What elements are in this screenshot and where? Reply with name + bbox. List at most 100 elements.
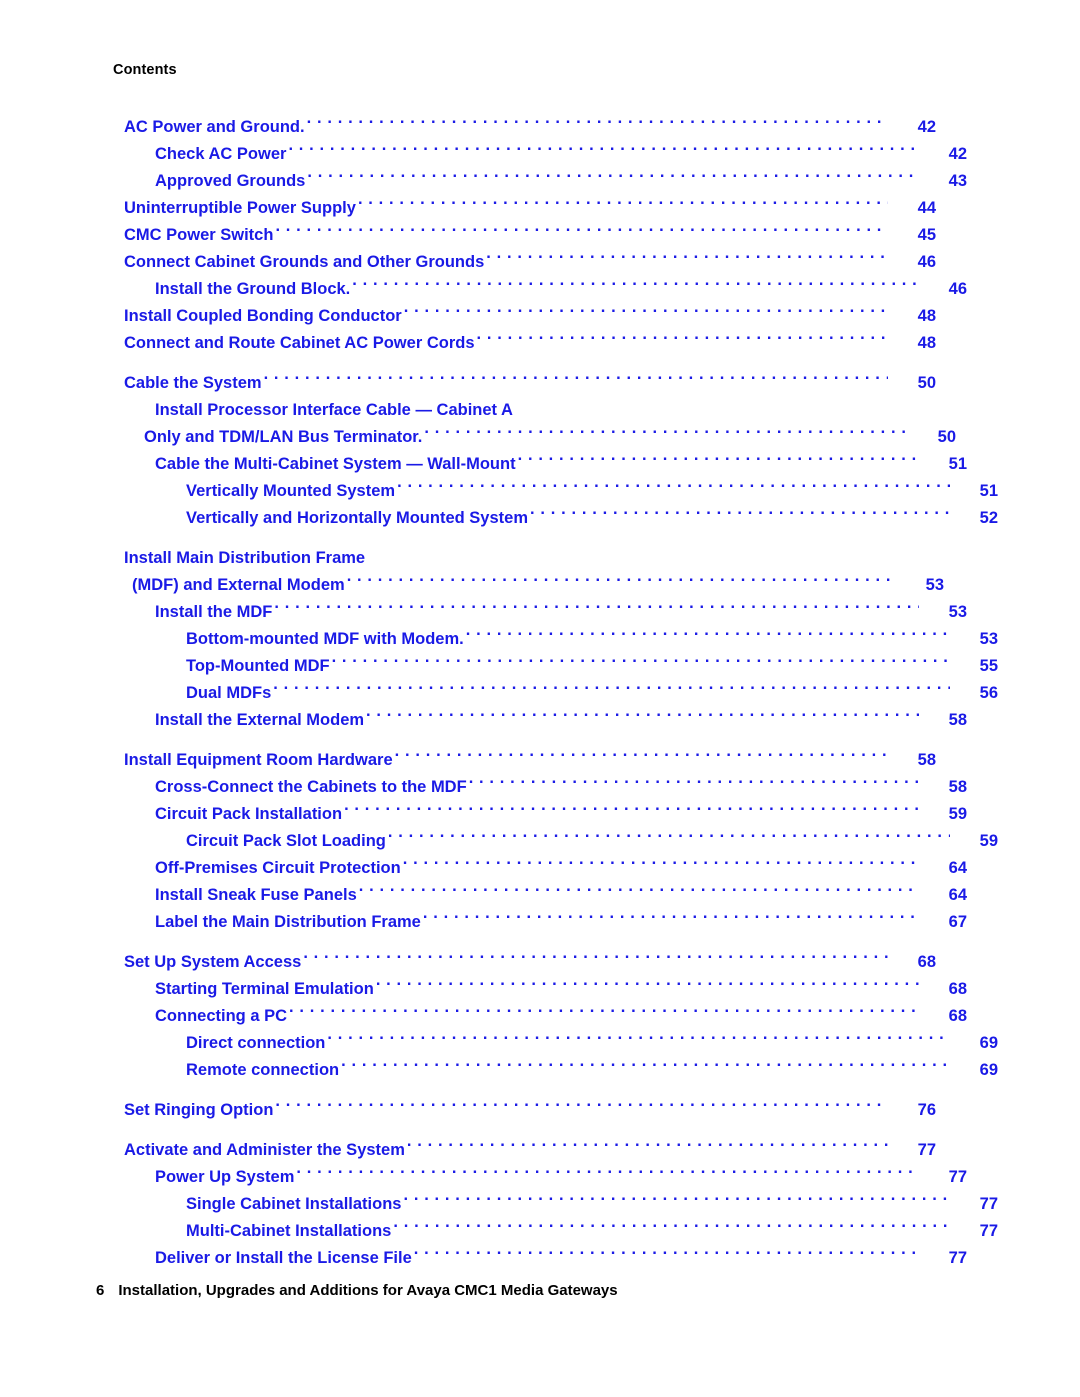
toc-dot-leader — [424, 426, 908, 443]
toc-entry-page-number: 58 — [948, 711, 967, 729]
toc-entry[interactable]: Connecting a PC 68 — [113, 1003, 967, 1030]
toc-entry-label: Install the MDF — [155, 603, 273, 621]
toc-entry-page-number: 51 — [979, 482, 998, 500]
toc-entry-page-number: 50 — [917, 374, 936, 392]
toc-dot-leader — [358, 197, 888, 214]
toc-entry[interactable]: Install the MDF 53 — [113, 599, 967, 626]
toc-entry[interactable]: Top-Mounted MDF 55 — [113, 653, 998, 680]
toc-entry[interactable]: Circuit Pack Slot Loading 59 — [113, 828, 998, 855]
toc-entry-page-number: 56 — [979, 684, 998, 702]
toc-dot-leader — [352, 278, 919, 295]
toc-page: Contents AC Power and Ground.42Check AC … — [0, 0, 1080, 1397]
toc-entry-label: Label the Main Distribution Frame — [155, 913, 421, 931]
toc-entry[interactable]: Vertically and Horizontally Mounted Syst… — [113, 505, 998, 532]
toc-entry[interactable]: Install Sneak Fuse Panels 64 — [113, 882, 967, 909]
toc-entry-page-number: 77 — [979, 1195, 998, 1213]
toc-entry[interactable]: Vertically Mounted System 51 — [113, 478, 998, 505]
toc-entry[interactable]: Deliver or Install the License File 77 — [113, 1245, 967, 1272]
toc-entry-page-number: 68 — [948, 980, 967, 998]
toc-entry[interactable]: Set Up System Access 68 — [113, 949, 936, 976]
toc-entry-label: Cross-Connect the Cabinets to the MDF — [155, 778, 467, 796]
toc-dot-leader — [530, 507, 950, 524]
toc-entry[interactable]: Circuit Pack Installation 59 — [113, 801, 967, 828]
toc-entry-page-number: 77 — [979, 1222, 998, 1240]
toc-entry[interactable]: Bottom-mounted MDF with Modem. 53 — [113, 626, 998, 653]
toc-entry[interactable]: (MDF) and External Modem 53 — [113, 572, 944, 599]
toc-dot-leader — [423, 911, 919, 928]
toc-entry-title-line: Install Processor Interface Cable — Cabi… — [155, 401, 513, 419]
toc-entry-label: Circuit Pack Installation — [155, 805, 343, 823]
toc-entry[interactable]: Install Coupled Bonding Conductor 48 — [113, 303, 936, 330]
toc-entry-title-line: Install Main Distribution Frame — [124, 549, 366, 567]
toc-entry[interactable]: Cross-Connect the Cabinets to the MDF 58 — [113, 774, 967, 801]
toc-dot-leader — [303, 951, 888, 968]
toc-entry-page-number: 46 — [917, 253, 936, 271]
toc-entry[interactable]: Direct connection 69 — [113, 1030, 998, 1057]
toc-entry-label: Single Cabinet Installations — [186, 1195, 402, 1213]
footer-title: Installation, Upgrades and Additions for… — [118, 1282, 618, 1299]
toc-dot-leader — [274, 601, 919, 618]
toc-dot-leader — [518, 453, 919, 470]
toc-entry[interactable]: Install Equipment Room Hardware 58 — [113, 747, 936, 774]
toc-entry[interactable]: Install the External Modem 58 — [113, 707, 967, 734]
toc-dot-leader — [275, 1099, 888, 1116]
toc-entry[interactable]: Starting Terminal Emulation 68 — [113, 976, 967, 1003]
toc-entry-label: Connect Cabinet Grounds and Other Ground… — [124, 253, 485, 271]
toc-entry[interactable]: Single Cabinet Installations 77 — [113, 1191, 998, 1218]
toc-entry-label: Circuit Pack Slot Loading — [186, 832, 386, 850]
toc-entry[interactable]: Check AC Power 42 — [113, 141, 967, 168]
toc-entry-page-number: 52 — [979, 509, 998, 527]
toc-entry-page-number: 76 — [917, 1101, 936, 1119]
toc-entry[interactable]: Uninterruptible Power Supply 44 — [113, 195, 936, 222]
toc-entry-page-number: 59 — [979, 832, 998, 850]
toc-entry[interactable]: Set Ringing Option 76 — [113, 1097, 936, 1124]
toc-entry-page-number: 69 — [979, 1034, 998, 1052]
toc-entry[interactable]: Approved Grounds 43 — [113, 168, 967, 195]
toc-dot-leader — [366, 709, 919, 726]
toc-dot-leader — [477, 332, 889, 349]
toc-entry-page-number: 77 — [917, 1141, 936, 1159]
toc-entry[interactable]: Label the Main Distribution Frame 67 — [113, 909, 967, 936]
toc-entry[interactable]: Dual MDFs 56 — [113, 680, 998, 707]
toc-entry[interactable]: Remote connection 69 — [113, 1057, 998, 1084]
toc-entry[interactable]: Connect Cabinet Grounds and Other Ground… — [113, 249, 936, 276]
toc-entry[interactable]: Off-Premises Circuit Protection 64 — [113, 855, 967, 882]
toc-entry[interactable]: AC Power and Ground. 42 — [113, 114, 936, 141]
toc-entry[interactable]: Cable the System 50 — [113, 370, 936, 397]
toc-entry[interactable]: Install the Ground Block. 46 — [113, 276, 967, 303]
toc-entry-label: Set Ringing Option — [124, 1101, 274, 1119]
toc-entry[interactable]: Cable the Multi-Cabinet System — Wall-Mo… — [113, 451, 967, 478]
toc-entry[interactable]: Only and TDM/LAN Bus Terminator. 50 — [113, 424, 956, 451]
toc-dot-leader — [395, 749, 888, 766]
toc-dot-leader — [307, 170, 919, 187]
toc-entry-page-number: 48 — [917, 334, 936, 352]
toc-dot-leader — [289, 1005, 919, 1022]
toc-entry-page-number: 46 — [948, 280, 967, 298]
toc-dot-leader — [403, 857, 919, 874]
toc-dot-leader — [307, 116, 888, 133]
toc-entry-page-number: 59 — [948, 805, 967, 823]
toc-entry-page-number: 68 — [948, 1007, 967, 1025]
toc-entry[interactable]: Multi-Cabinet Installations 77 — [113, 1218, 998, 1245]
toc-entry-page-number: 50 — [937, 428, 956, 446]
toc-entry[interactable]: Connect and Route Cabinet AC Power Cords… — [113, 330, 936, 357]
toc-entry-label: CMC Power Switch — [124, 226, 274, 244]
toc-entry-label: Check AC Power — [155, 145, 287, 163]
toc-dot-leader — [407, 1139, 888, 1156]
toc-dot-leader — [404, 305, 888, 322]
toc-entry-page-number: 43 — [948, 172, 967, 190]
toc-entry-label: Only and TDM/LAN Bus Terminator. — [144, 428, 423, 446]
toc-entry[interactable]: CMC Power Switch 45 — [113, 222, 936, 249]
toc-entry-page-number: 55 — [979, 657, 998, 675]
toc-entry[interactable]: Power Up System 77 — [113, 1164, 967, 1191]
toc-entry[interactable]: Activate and Administer the System 77 — [113, 1137, 936, 1164]
toc-entry-page-number: 58 — [948, 778, 967, 796]
toc-dot-leader — [469, 776, 919, 793]
toc-entry-label: Approved Grounds — [155, 172, 306, 190]
toc-entry-page-number: 42 — [917, 118, 936, 136]
toc-entry-label: Install Equipment Room Hardware — [124, 751, 393, 769]
toc-entry-label: Remote connection — [186, 1061, 340, 1079]
toc-entry-label: AC Power and Ground. — [124, 118, 305, 136]
toc-entry-label: Set Up System Access — [124, 953, 302, 971]
toc-entry-page-number: 44 — [917, 199, 936, 217]
